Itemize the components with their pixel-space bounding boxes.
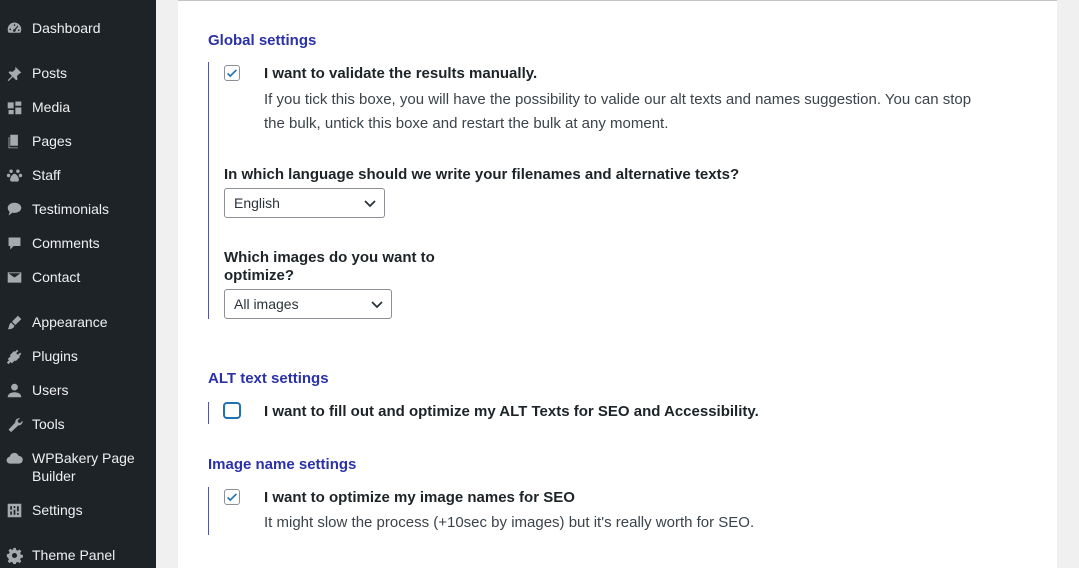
pin-icon xyxy=(4,64,24,82)
sliders-icon xyxy=(4,501,24,519)
pages-icon xyxy=(4,132,24,150)
sidebar-item-users[interactable]: Users xyxy=(0,381,156,399)
images-question-line1: Which images do you want to xyxy=(224,249,435,266)
cloud-icon xyxy=(4,449,24,467)
optimize-names-description: It might slow the process (+10sec by ima… xyxy=(264,514,755,531)
language-select[interactable]: English xyxy=(224,188,385,218)
chevron-down-icon xyxy=(364,200,376,208)
alt-texts-label: I want to fill out and optimize my ALT T… xyxy=(264,403,759,420)
checkmark-icon xyxy=(227,69,237,78)
sidebar-item-label: Staff xyxy=(32,167,61,183)
sidebar-item-label: Pages xyxy=(32,133,72,149)
sidebar-item-settings[interactable]: Settings xyxy=(0,501,156,519)
chevron-down-icon xyxy=(371,301,383,309)
settings-panel: Global settings I want to validate the r… xyxy=(178,0,1057,568)
sidebar-item-label: Plugins xyxy=(32,348,78,364)
sidebar-item-plugins[interactable]: Plugins xyxy=(0,347,156,365)
paw-icon xyxy=(4,166,24,184)
sidebar-item-appearance[interactable]: Appearance xyxy=(0,313,156,331)
images-question-line2: optimize? xyxy=(224,267,294,284)
sidebar-item-label: Appearance xyxy=(32,314,108,330)
plug-icon xyxy=(4,347,24,365)
sidebar-item-label: Media xyxy=(32,99,71,115)
sidebar-item-tools[interactable]: Tools xyxy=(0,415,156,433)
admin-sidebar: Dashboard Posts Media Pages Staff Testim… xyxy=(0,0,156,568)
global-settings-title: Global settings xyxy=(208,32,317,49)
mail-icon xyxy=(4,268,24,286)
wrench-icon xyxy=(4,415,24,433)
validate-manually-label: I want to validate the results manually. xyxy=(264,65,538,82)
sidebar-item-theme-panel[interactable]: Theme Panel xyxy=(0,546,156,564)
sidebar-item-label: Settings xyxy=(32,502,83,518)
sidebar-item-contact[interactable]: Contact xyxy=(0,268,156,286)
sidebar-item-testimonials[interactable]: Testimonials xyxy=(0,200,156,218)
sidebar-item-label: Tools xyxy=(32,416,65,432)
sidebar-item-label: Theme Panel xyxy=(32,547,116,563)
media-icon xyxy=(4,98,24,116)
sidebar-item-label: Users xyxy=(32,382,69,398)
checkmark-icon xyxy=(227,493,237,502)
sidebar-item-label: Contact xyxy=(32,269,81,285)
gear-icon xyxy=(4,546,24,564)
image-name-settings-title: Image name settings xyxy=(208,456,357,473)
validate-manually-description-line2: the bulk, untick this boxe and restart t… xyxy=(264,115,669,132)
sidebar-item-dashboard[interactable]: Dashboard xyxy=(0,19,156,37)
sidebar-item-staff[interactable]: Staff xyxy=(0,166,156,184)
global-settings-group-bar xyxy=(208,62,209,319)
language-select-value: English xyxy=(234,195,280,211)
sidebar-item-media[interactable]: Media xyxy=(0,98,156,116)
sidebar-item-posts[interactable]: Posts xyxy=(0,64,156,82)
sidebar-item-label: Posts xyxy=(32,65,68,81)
validate-manually-description-line1: If you tick this boxe, you will have the… xyxy=(264,91,972,108)
sidebar-item-comments[interactable]: Comments xyxy=(0,234,156,252)
sidebar-item-label: Comments xyxy=(32,235,100,251)
comment-icon xyxy=(4,234,24,252)
sidebar-item-label: Testimonials xyxy=(32,201,110,217)
language-question: In which language should we write your f… xyxy=(224,166,740,183)
alt-texts-checkbox[interactable] xyxy=(223,402,241,419)
validate-manually-checkbox[interactable] xyxy=(224,65,240,81)
optimize-names-label: I want to optimize my image names for SE… xyxy=(264,489,575,506)
speech-bubble-icon xyxy=(4,200,24,218)
brush-icon xyxy=(4,313,24,331)
user-icon xyxy=(4,381,24,399)
sidebar-item-wpbakery[interactable]: WPBakery Page Builder xyxy=(0,449,156,485)
sidebar-item-pages[interactable]: Pages xyxy=(0,132,156,150)
alt-settings-title: ALT text settings xyxy=(208,370,329,387)
alt-settings-group-bar xyxy=(208,402,209,424)
dashboard-icon xyxy=(4,19,24,37)
images-select[interactable]: All images xyxy=(224,289,392,319)
sidebar-item-label: Dashboard xyxy=(32,20,101,36)
panel-divider xyxy=(178,0,1057,1)
images-select-value: All images xyxy=(234,296,299,312)
sidebar-item-label: WPBakery Page Builder xyxy=(32,450,135,484)
optimize-names-checkbox[interactable] xyxy=(224,489,240,505)
image-name-settings-group-bar xyxy=(208,487,209,535)
